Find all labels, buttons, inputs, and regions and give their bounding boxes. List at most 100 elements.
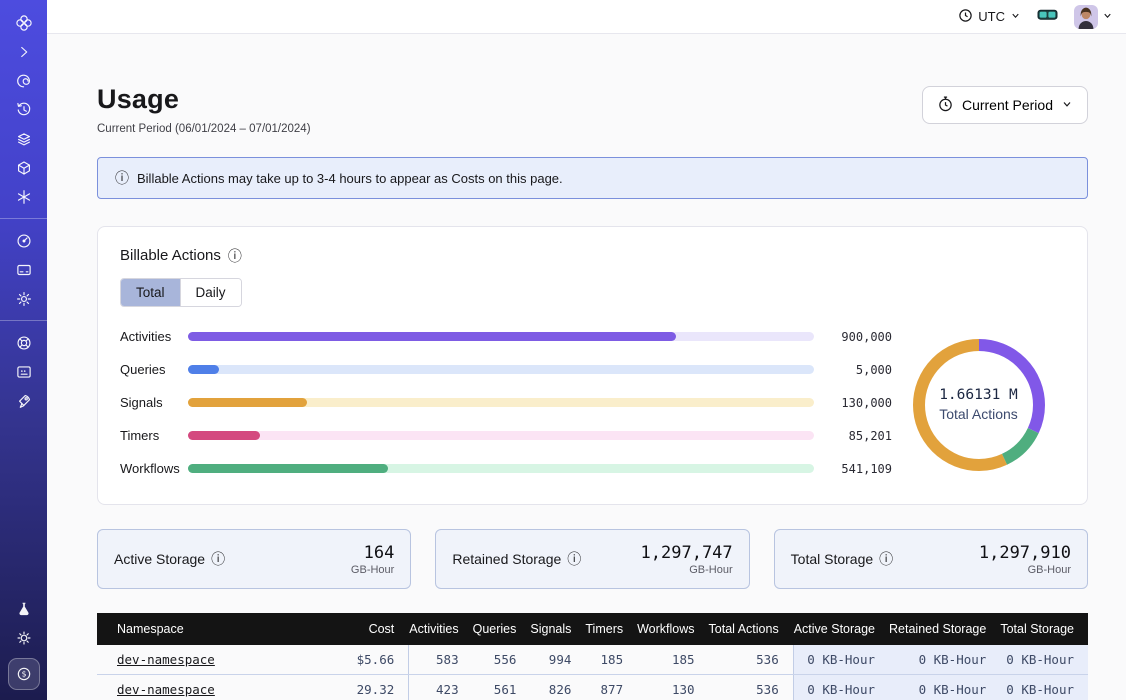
chevron-down-icon	[1010, 9, 1021, 24]
chevron-down-icon	[1061, 97, 1073, 113]
usage-gauge-icon	[15, 232, 33, 250]
sidebar-item-theme-sun[interactable]	[0, 623, 47, 652]
page-subtitle: Current Period (06/01/2024 – 07/01/2024)	[97, 123, 311, 135]
sidebar-item-settings-gear[interactable]	[0, 284, 47, 313]
info-icon[interactable]: ⓘ	[228, 249, 242, 263]
table-cell: 130	[637, 675, 708, 700]
sidebar-item-stacks[interactable]	[0, 124, 47, 153]
sidebar-item-feedback-console[interactable]	[0, 357, 47, 386]
table-row: dev-namespace29.324235618268771305360 KB…	[97, 675, 1088, 700]
bar-fill	[188, 464, 388, 473]
bar-label: Queries	[120, 362, 186, 377]
table-cell: 877	[585, 675, 637, 700]
collapse-chevron-icon	[15, 43, 33, 61]
avatar	[1074, 5, 1098, 29]
period-selector-button[interactable]: Current Period	[922, 86, 1088, 124]
total-actions-donut: 1.66131 M Total Actions	[892, 329, 1065, 480]
bar-track	[188, 365, 814, 374]
info-icon[interactable]: ⓘ	[567, 552, 581, 566]
namespace-link[interactable]: dev-namespace	[117, 682, 215, 697]
period-selector-label: Current Period	[962, 97, 1053, 113]
timezone-selector[interactable]: UTC	[958, 8, 1021, 26]
sidebar-item-getting-started-rocket[interactable]	[0, 386, 47, 415]
table-cell: 185	[637, 645, 708, 675]
bar-row-signals: Signals130,000	[120, 395, 892, 410]
donut-total-value: 1.66131 M	[939, 387, 1018, 403]
sidebar-item-deployments[interactable]	[0, 153, 47, 182]
namespace-cell: dev-namespace	[97, 645, 345, 675]
table-cell: 994	[530, 645, 585, 675]
storage-card-label: Retained Storage ⓘ	[452, 551, 581, 567]
deployments-icon	[15, 159, 33, 177]
sidebar-item-credits-coin[interactable]: $	[8, 658, 40, 690]
bar-row-activities: Activities 900,000	[120, 329, 892, 344]
table-cell: 561	[473, 675, 531, 700]
sidebar-item-usage-gauge[interactable]	[0, 226, 47, 255]
table-cell: $5.66	[345, 645, 408, 675]
billable-actions-tabs: Total Daily	[120, 278, 242, 307]
bar-value: 900,000	[830, 330, 892, 344]
bar-fill	[188, 332, 676, 341]
bar-row-timers: Timers85,201	[120, 428, 892, 443]
bar-fill	[188, 365, 219, 374]
bar-label: Activities	[120, 329, 186, 344]
storage-card-title: Retained Storage	[452, 551, 561, 567]
storage-card-active-storage: Active Storageⓘ164GB-Hour	[97, 529, 411, 589]
table-cell: 0 KB-Hour	[793, 675, 889, 700]
main-content: Usage Current Period (06/01/2024 – 07/01…	[47, 84, 1126, 700]
table-cell: 0 KB-Hour	[1000, 645, 1088, 675]
nexus-icon	[15, 188, 33, 206]
storage-card-unit: GB-Hour	[979, 564, 1071, 576]
sidebar: $	[0, 0, 47, 700]
storage-card-label: Total Storageⓘ	[791, 551, 894, 567]
bar-value: 541,109	[830, 462, 892, 476]
donut-center: 1.66131 M Total Actions	[939, 387, 1018, 422]
info-icon[interactable]: ⓘ	[211, 552, 225, 566]
temporal-logo-icon	[15, 14, 33, 32]
tab-total[interactable]: Total	[121, 279, 180, 306]
goggles-button[interactable]	[1037, 7, 1058, 27]
sidebar-item-support-lifebuoy[interactable]	[0, 328, 47, 357]
table-cell: 29.32	[345, 675, 408, 700]
clock-icon	[958, 8, 973, 26]
sidebar-item-collapse-chevron[interactable]	[0, 37, 47, 66]
sidebar-item-billing-card[interactable]	[0, 255, 47, 284]
column-header-total-actions: Total Actions	[709, 613, 794, 645]
sidebar-item-history[interactable]	[0, 95, 47, 124]
bar-track	[188, 431, 814, 440]
info-banner: ⓘ Billable Actions may take up to 3-4 ho…	[97, 157, 1088, 199]
donut-total-label: Total Actions	[939, 406, 1018, 422]
bar-track	[188, 332, 814, 341]
table-cell: 423	[409, 675, 473, 700]
column-header-total-storage: Total Storage	[1000, 613, 1088, 645]
namespace-cell: dev-namespace	[97, 675, 345, 700]
table-cell: 0 KB-Hour	[1000, 675, 1088, 700]
bar-label: Workflows	[120, 461, 186, 476]
bar-fill	[188, 398, 307, 407]
table-row: dev-namespace$5.665835569941851855360 KB…	[97, 645, 1088, 675]
column-header-activities: Activities	[409, 613, 473, 645]
sidebar-item-nexus[interactable]	[0, 182, 47, 211]
storage-summary-row: Active Storageⓘ164GB-Hour Retained Storag…	[97, 529, 1088, 589]
account-menu[interactable]	[1074, 5, 1113, 29]
getting-started-rocket-icon	[15, 392, 33, 410]
timezone-label: UTC	[978, 9, 1005, 24]
column-header-queries: Queries	[473, 613, 531, 645]
info-icon[interactable]: ⓘ	[879, 552, 893, 566]
sidebar-item-temporal-logo[interactable]	[0, 8, 47, 37]
info-icon: ⓘ	[115, 171, 129, 185]
sidebar-item-namespaces[interactable]	[0, 66, 47, 95]
credits-coin-icon: $	[15, 665, 33, 683]
theme-sun-icon	[15, 629, 33, 647]
namespace-link[interactable]: dev-namespace	[117, 652, 215, 667]
bar-track	[188, 464, 814, 473]
table-cell: 556	[473, 645, 531, 675]
stopwatch-icon	[937, 95, 954, 115]
sidebar-item-labs-flask[interactable]	[0, 594, 47, 623]
table-cell: 0 KB-Hour	[793, 645, 889, 675]
storage-card-value: 1,297,910	[979, 543, 1071, 563]
column-header-retained-storage: Retained Storage	[889, 613, 1000, 645]
bar-label: Signals	[120, 395, 186, 410]
storage-card-retained-storage: Retained Storageⓘ1,297,747GB-Hour	[435, 529, 749, 589]
tab-daily[interactable]: Daily	[180, 279, 241, 306]
